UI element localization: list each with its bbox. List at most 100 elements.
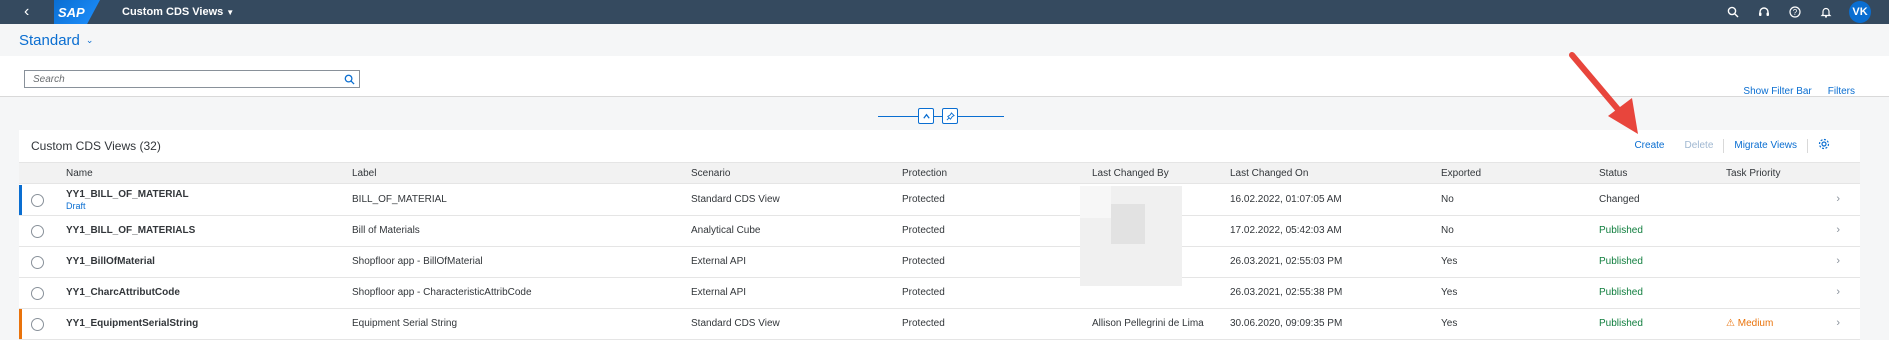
cell-last-changed-on: 30.06.2020, 09:09:35 PM [1230, 318, 1343, 329]
app-title-menu[interactable]: Custom CDS Views ▼ [122, 6, 234, 18]
column-header-status[interactable]: Status [1599, 168, 1627, 179]
help-icon[interactable]: ? [1787, 4, 1803, 20]
row-navigation-icon[interactable]: › [1836, 255, 1840, 267]
table-card: Custom CDS Views (32) Create Delete Migr… [19, 130, 1860, 340]
pin-header-button[interactable] [942, 108, 958, 124]
table-header: Custom CDS Views (32) Create Delete Migr… [19, 130, 1860, 162]
pin-icon [946, 111, 955, 120]
table-row[interactable]: YY1_BILL_OF_MATERIAL Draft BILL_OF_MATER… [19, 185, 1860, 216]
cell-scenario: Analytical Cube [691, 225, 761, 236]
row-navigation-icon[interactable]: › [1836, 317, 1840, 329]
cell-label: BILL_OF_MATERIAL [352, 194, 447, 205]
table-row[interactable]: YY1_BILL_OF_MATERIALS Bill of Materials … [19, 216, 1860, 247]
cell-label: Equipment Serial String [352, 318, 458, 329]
cell-name: YY1_CharcAttributCode [66, 287, 180, 298]
table-title: Custom CDS Views (32) [31, 139, 161, 153]
row-navigation-icon[interactable]: › [1836, 224, 1840, 236]
cell-name: YY1_BILL_OF_MATERIAL [66, 189, 189, 200]
cell-scenario: Standard CDS View [691, 194, 780, 205]
row-navigation-icon[interactable]: › [1836, 286, 1840, 298]
redacted-block [1080, 186, 1111, 218]
caret-down-icon: ▼ [226, 7, 235, 17]
header-divider [878, 116, 1004, 117]
cell-status: Published [1599, 287, 1643, 298]
filters-button[interactable]: Filters [1828, 86, 1855, 97]
column-header-scenario[interactable]: Scenario [691, 168, 730, 179]
cell-exported: Yes [1441, 318, 1458, 329]
cell-last-changed-on: 17.02.2022, 05:42:03 AM [1230, 225, 1342, 236]
column-header-last-changed-on[interactable]: Last Changed On [1230, 168, 1308, 179]
cell-protection: Protected [902, 287, 945, 298]
chevron-up-icon [922, 113, 930, 119]
table-row[interactable]: YY1_CharcAttributCode Shopfloor app - Ch… [19, 278, 1860, 309]
show-filter-bar-button[interactable]: Show Filter Bar [1743, 86, 1811, 97]
table-row[interactable]: YY1_BillOfMaterial Shopfloor app - BillO… [19, 247, 1860, 278]
cell-label: Shopfloor app - CharacteristicAttribCode [352, 287, 532, 298]
column-header-label[interactable]: Label [352, 168, 376, 179]
cell-last-changed-on: 26.03.2021, 02:55:03 PM [1230, 256, 1343, 267]
table-toolbar: Create Delete Migrate Views [1624, 138, 1840, 153]
sap-logo[interactable]: SAP [54, 0, 100, 24]
cell-status: Published [1599, 256, 1643, 267]
chevron-down-icon: ⌄ [85, 35, 94, 45]
cell-label: Bill of Materials [352, 225, 420, 236]
priority-label: Medium [1737, 318, 1774, 329]
variant-selector[interactable]: Standard ⌄ [19, 32, 93, 49]
cell-status: Published [1599, 225, 1643, 236]
cell-status: Published [1599, 318, 1643, 329]
search-field[interactable]: Search [24, 70, 360, 88]
settings-icon[interactable] [1808, 138, 1840, 153]
app-title: Custom CDS Views [122, 6, 224, 18]
cell-task-priority: ⚠ Medium [1726, 318, 1774, 329]
row-select-radio[interactable] [31, 225, 44, 238]
variant-title: Standard [19, 32, 80, 49]
redacted-area [1080, 186, 1182, 286]
column-header-protection[interactable]: Protection [902, 168, 947, 179]
cell-protection: Protected [902, 318, 945, 329]
shell-bar: ‹ SAP Custom CDS Views ▼ ? VK [0, 0, 1889, 24]
back-icon[interactable]: ‹ [24, 0, 42, 24]
column-header-exported[interactable]: Exported [1441, 168, 1481, 179]
column-header-task-priority[interactable]: Task Priority [1726, 168, 1780, 179]
column-header-name[interactable]: Name [66, 168, 93, 179]
bell-icon[interactable] [1818, 4, 1834, 20]
row-select-radio[interactable] [31, 318, 44, 331]
row-select-radio[interactable] [31, 287, 44, 300]
create-button[interactable]: Create [1624, 140, 1674, 151]
cell-exported: Yes [1441, 256, 1458, 267]
cell-name: YY1_EquipmentSerialString [66, 318, 199, 329]
redacted-block [1111, 204, 1145, 244]
row-select-radio[interactable] [31, 256, 44, 269]
cell-exported: No [1441, 225, 1454, 236]
row-marker [19, 309, 22, 339]
cell-label: Shopfloor app - BillOfMaterial [352, 256, 483, 267]
cell-name: YY1_BillOfMaterial [66, 256, 155, 267]
table-row[interactable]: YY1_EquipmentSerialString Equipment Seri… [19, 309, 1860, 340]
svg-text:?: ? [1793, 8, 1798, 17]
search-icon[interactable] [339, 71, 359, 87]
cell-name: YY1_BILL_OF_MATERIALS [66, 225, 196, 236]
migrate-views-button[interactable]: Migrate Views [1724, 140, 1807, 151]
row-marker [19, 185, 22, 215]
variant-header: Standard ⌄ [0, 24, 1889, 56]
draft-link[interactable]: Draft [66, 201, 86, 211]
row-select-radio[interactable] [31, 194, 44, 207]
column-header-last-changed-by[interactable]: Last Changed By [1092, 168, 1169, 179]
cell-scenario: External API [691, 256, 747, 267]
cell-last-changed-on: 16.02.2022, 01:07:05 AM [1230, 194, 1342, 205]
cell-protection: Protected [902, 256, 945, 267]
row-navigation-icon[interactable]: › [1836, 193, 1840, 205]
headset-icon[interactable] [1756, 4, 1772, 20]
collapse-header-button[interactable] [918, 108, 934, 124]
cell-scenario: Standard CDS View [691, 318, 780, 329]
cell-scenario: External API [691, 287, 747, 298]
filter-bar: Search [0, 56, 1889, 97]
cell-protection: Protected [902, 194, 945, 205]
search-icon[interactable] [1725, 4, 1741, 20]
search-input[interactable]: Search [25, 74, 339, 85]
cell-protection: Protected [902, 225, 945, 236]
cell-last-changed-by: Allison Pellegrini de Lima [1092, 318, 1204, 329]
user-avatar[interactable]: VK [1849, 1, 1871, 23]
delete-button[interactable]: Delete [1674, 140, 1723, 151]
filter-links: Show Filter Bar Filters [1743, 86, 1855, 97]
